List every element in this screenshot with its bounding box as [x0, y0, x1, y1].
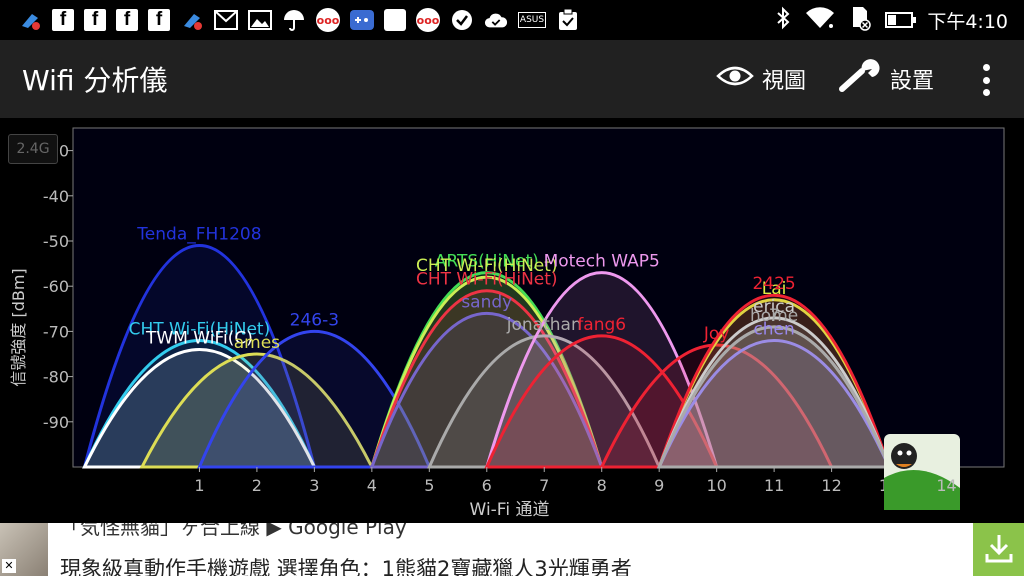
x-tick-label: 6: [482, 476, 492, 495]
system-indicators: 下午4:10: [775, 0, 1008, 40]
facebook-icon: f: [116, 9, 138, 31]
x-tick-label: 2: [252, 476, 262, 495]
ad-text: 現象級真動作手機遊戲 選擇角色：1熊貓2寶藏獵人3光輝勇者: [60, 557, 632, 576]
x-tick-label: 1: [194, 476, 204, 495]
asus-icon: ASUS: [518, 12, 546, 28]
dot: [982, 76, 990, 84]
ad-headline: 「気怪無貓」ヶ合上線 ▶ Google Play: [60, 523, 407, 539]
settings-button[interactable]: 設置: [838, 40, 934, 118]
y-tick-label: -90: [43, 413, 69, 432]
wifi-icon: [805, 6, 835, 34]
clean-master-icon: [18, 8, 42, 32]
gamepad-icon: [350, 10, 374, 30]
network-label: 2425: [752, 274, 795, 294]
clipboard-check-icon: [556, 8, 580, 32]
umbrella-icon: [282, 8, 306, 32]
notification-icons: f f f f ooo ooo ASUS: [0, 8, 580, 32]
app-round-icon: ooo: [316, 8, 340, 32]
x-tick-label: 8: [597, 476, 607, 495]
app-title: Wifi 分析儀: [22, 64, 168, 97]
network-label: jonathan: [506, 315, 582, 335]
x-axis-label: Wi-Fi 通道: [470, 500, 550, 520]
app-bar: Wifi 分析儀 視圖 設置: [0, 40, 1024, 118]
clock: 下午4:10: [927, 10, 1008, 33]
download-icon: [984, 532, 1014, 568]
facebook-icon: f: [148, 9, 170, 31]
battery-icon: [885, 12, 917, 28]
network-label: 7: [769, 306, 780, 326]
wrench-icon: [838, 59, 882, 99]
clean-master-icon: [180, 8, 204, 32]
facebook-icon: f: [52, 9, 74, 31]
y-axis-label: 信號強度 [dBm]: [9, 268, 28, 386]
network-label: sandy: [461, 292, 512, 312]
app-white-icon: [384, 9, 406, 31]
y-tick-label: -60: [43, 277, 69, 296]
cloud-check-icon: [484, 8, 508, 32]
eye-icon: [716, 64, 754, 94]
ad-download-button[interactable]: [973, 523, 1024, 576]
bluetooth-icon: [775, 6, 791, 34]
ad-close-button[interactable]: ✕: [2, 559, 16, 573]
gallery-icon: [248, 8, 272, 32]
facebook-icon: f: [84, 9, 106, 31]
y-tick-label: -40: [43, 187, 69, 206]
channel-graph: Tenda_FH1208 CHT Wi-Fi(HiNet) TWM WiFi(C) a…: [0, 118, 1024, 523]
x-tick-label: 10: [706, 476, 726, 495]
sd-card-icon: [849, 5, 872, 35]
dot: [982, 89, 990, 96]
network-label: ames: [234, 333, 280, 353]
overflow-menu-button[interactable]: [972, 62, 1000, 98]
network-label: CHT Wi-Fi(HiNet): [416, 270, 558, 290]
x-tick-label: 7: [539, 476, 549, 495]
x-tick-label: 12: [821, 476, 841, 495]
y-tick-label: -50: [43, 232, 69, 251]
dot: [982, 64, 990, 71]
view-button[interactable]: 視圖: [716, 40, 806, 118]
y-tick-label: -80: [43, 368, 69, 387]
gmail-icon: [214, 8, 238, 32]
view-label: 視圖: [762, 69, 807, 94]
mascot-watermark: [884, 434, 960, 510]
y-tick-label: -70: [43, 322, 69, 341]
ad-banner[interactable]: ✕ 「気怪無貓」ヶ合上線 ▶ Google Play 現象級真動作手機遊戲 選擇…: [0, 523, 1024, 576]
status-bar: f f f f ooo ooo ASUS 下午4:10: [0, 0, 1024, 40]
network-label: Motech WAP5: [544, 252, 660, 272]
network-label: 246-3: [290, 310, 339, 330]
x-tick-label: 5: [424, 476, 434, 495]
x-tick-label: 14: [936, 476, 956, 495]
network-label: Joy: [703, 324, 729, 344]
x-tick-label: 4: [367, 476, 377, 495]
check-icon: [450, 8, 474, 32]
x-tick-label: 9: [654, 476, 664, 495]
app-round-icon: ooo: [416, 8, 440, 32]
network-label: fang6: [577, 315, 626, 335]
band-toggle-button[interactable]: 2.4G: [8, 134, 58, 164]
network-label: Tenda_FH1208: [136, 225, 261, 245]
x-tick-label: 3: [309, 476, 319, 495]
channel-graph-svg: Tenda_FH1208CHT Wi-Fi(HiNet)TWM WiFi(C)a…: [9, 127, 1005, 520]
x-tick-label: 11: [764, 476, 784, 495]
settings-label: 設置: [890, 69, 935, 94]
